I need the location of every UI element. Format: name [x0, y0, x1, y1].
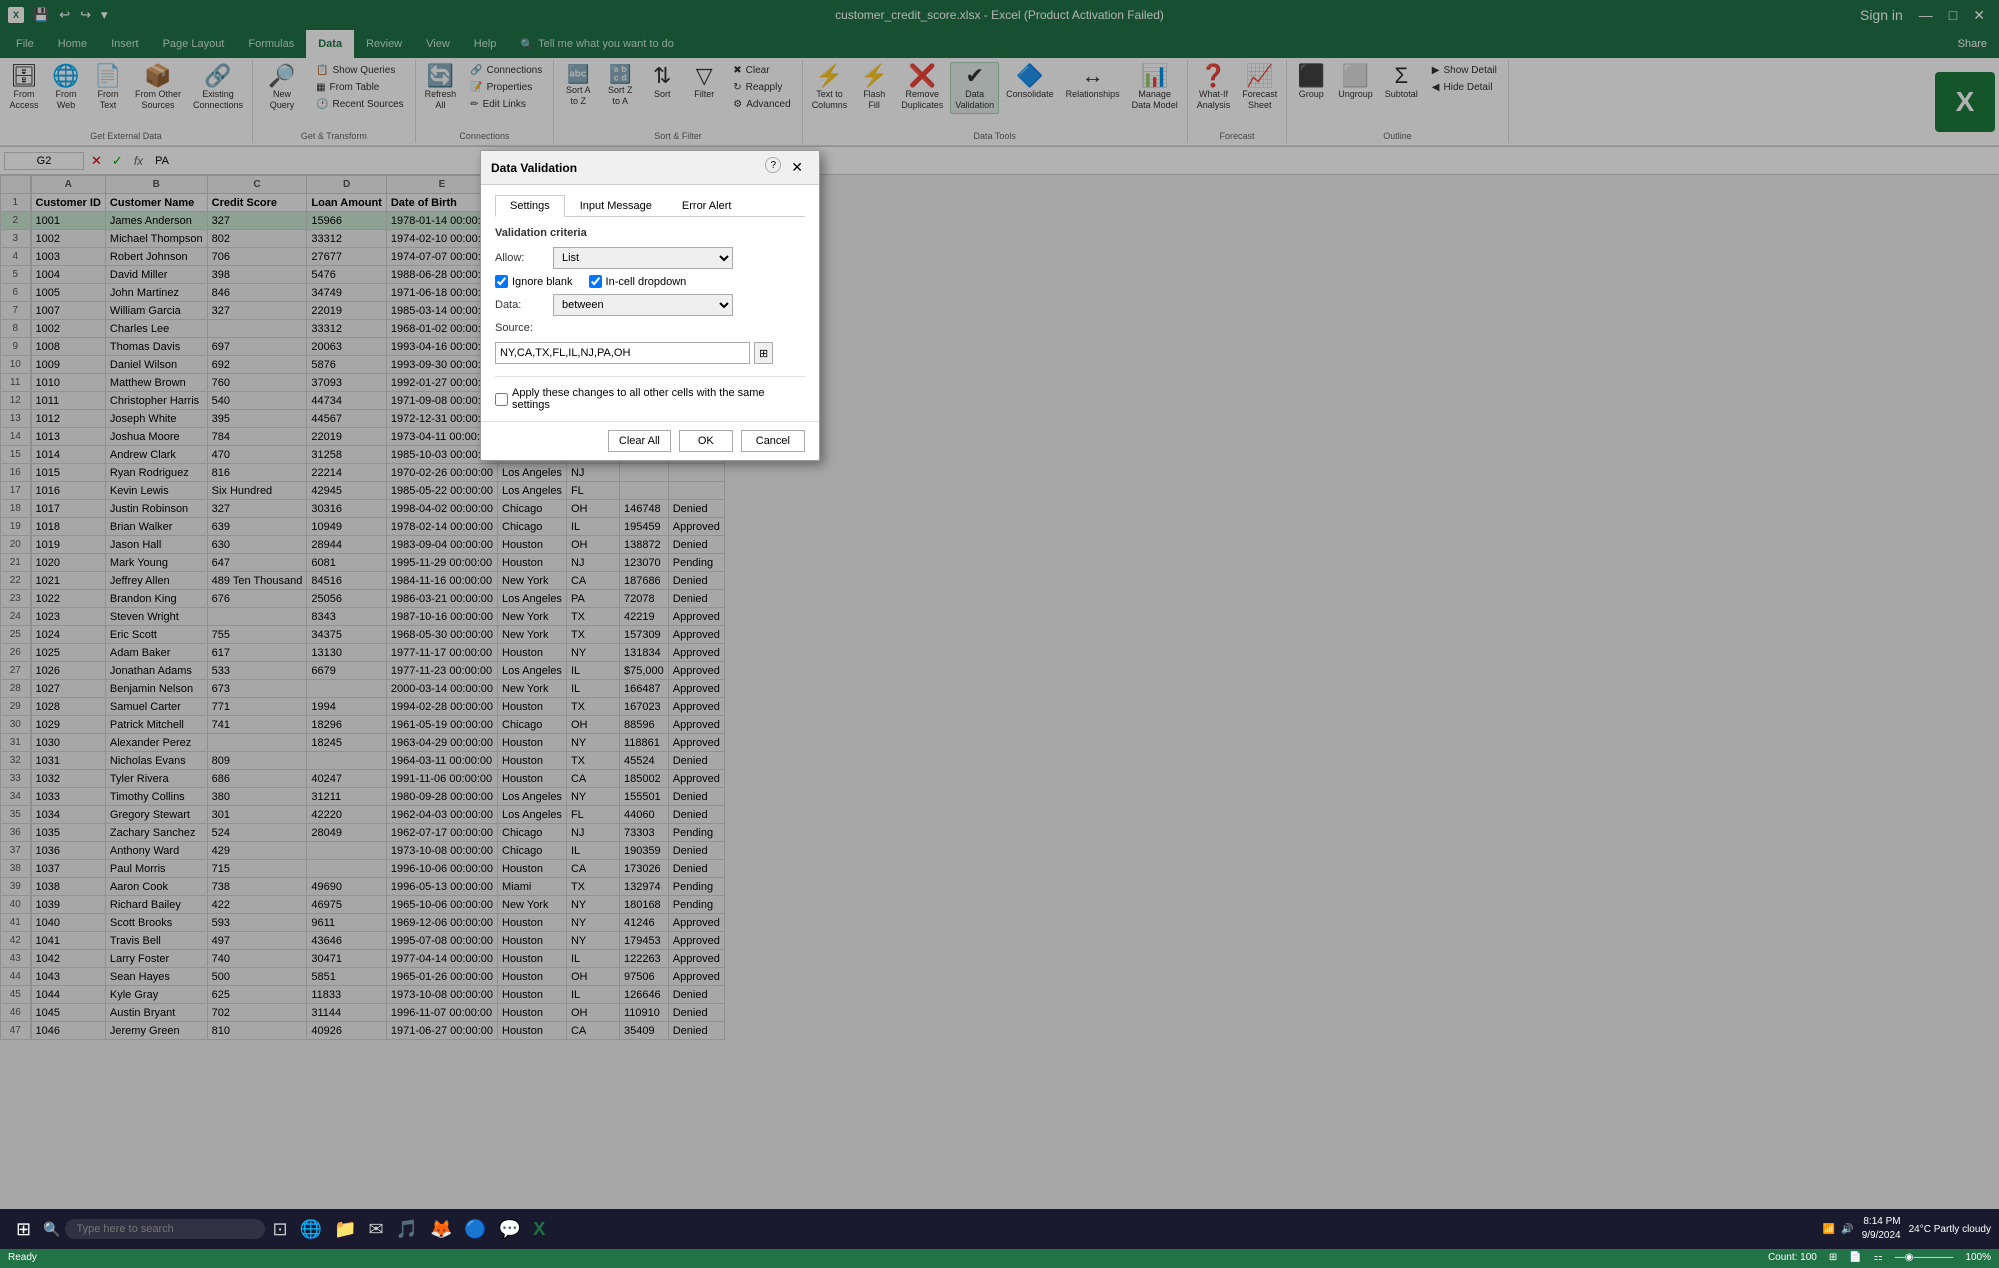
time-display: 8:14 PM: [1862, 1215, 1901, 1229]
ok-button[interactable]: OK: [679, 430, 733, 452]
zoom-level: 100%: [1965, 1252, 1991, 1263]
app-icon-1[interactable]: 🎵: [392, 1215, 422, 1244]
modal-tab-input-message[interactable]: Input Message: [565, 195, 667, 216]
taskbar-right: 📶 🔊 8:14 PM 9/9/2024 24°C Partly cloudy: [1823, 1215, 1991, 1243]
data-select[interactable]: between not between equal to not equal t…: [553, 294, 733, 316]
modal-title-controls: ? ✕: [765, 157, 809, 178]
allow-label: Allow:: [495, 252, 545, 264]
in-cell-dropdown-checkbox[interactable]: [589, 275, 602, 288]
data-row: Data: between not between equal to not e…: [495, 294, 805, 316]
task-view-icon[interactable]: ⊡: [269, 1215, 292, 1244]
page-break-icon[interactable]: ⚏: [1874, 1252, 1883, 1263]
apply-all-checkbox[interactable]: [495, 393, 508, 406]
validation-criteria-label: Validation criteria: [495, 227, 805, 239]
in-cell-dropdown-checkbox-label[interactable]: In-cell dropdown: [589, 275, 687, 288]
system-icons: 📶 🔊: [1823, 1224, 1854, 1235]
modal-overlay: Data Validation ? ✕ Settings Input Messa…: [0, 0, 1999, 1249]
taskbar-search-input[interactable]: [65, 1219, 265, 1239]
clear-all-button[interactable]: Clear All: [608, 430, 671, 452]
source-input[interactable]: [495, 342, 750, 364]
status-bar-right: Count: 100 ⊞ 📄 ⚏ —◉———— 100%: [1768, 1252, 1991, 1263]
cancel-button[interactable]: Cancel: [741, 430, 805, 452]
zoom-slider[interactable]: —◉————: [1895, 1252, 1954, 1263]
app-icon-4[interactable]: 💬: [495, 1215, 525, 1244]
count-display: Count: 100: [1768, 1252, 1817, 1263]
apply-row: Apply these changes to all other cells w…: [495, 376, 805, 411]
date-display: 9/9/2024: [1862, 1229, 1901, 1243]
modal-close-button[interactable]: ✕: [785, 157, 809, 178]
taskbar: ⊞ 🔍 ⊡ 🌐 📁 ✉ 🎵 🦊 🔵 💬 X 📶 🔊 8:14 PM 9/9/20…: [0, 1209, 1999, 1249]
ignore-blank-checkbox-label[interactable]: Ignore blank: [495, 275, 573, 288]
modal-tabs: Settings Input Message Error Alert: [495, 195, 805, 217]
status-bar: Ready Count: 100 ⊞ 📄 ⚏ —◉———— 100%: [0, 1246, 1999, 1268]
modal-titlebar: Data Validation ? ✕: [481, 151, 819, 185]
data-validation-modal: Data Validation ? ✕ Settings Input Messa…: [480, 150, 820, 461]
allow-select[interactable]: List Any value Whole number Decimal Date…: [553, 247, 733, 269]
network-icon[interactable]: 📶: [1823, 1224, 1835, 1235]
start-button[interactable]: ⊞: [8, 1215, 39, 1244]
modal-tab-error-alert[interactable]: Error Alert: [667, 195, 747, 216]
source-box: ⊞: [495, 342, 805, 364]
data-label: Data:: [495, 299, 545, 311]
search-icon-taskbar: 🔍: [43, 1221, 60, 1238]
modal-footer: Clear All OK Cancel: [481, 421, 819, 460]
weather-display: 24°C Partly cloudy: [1909, 1224, 1991, 1235]
taskbar-clock[interactable]: 8:14 PM 9/9/2024: [1862, 1215, 1901, 1243]
page-layout-icon[interactable]: 📄: [1849, 1252, 1861, 1263]
ignore-blank-label: Ignore blank: [512, 276, 573, 288]
source-section: Source: ⊞: [495, 322, 805, 364]
source-select-button[interactable]: ⊞: [754, 342, 773, 364]
modal-tab-settings[interactable]: Settings: [495, 195, 565, 217]
allow-row: Allow: List Any value Whole number Decim…: [495, 247, 805, 269]
checkbox-row: Ignore blank In-cell dropdown: [495, 275, 805, 288]
mail-icon[interactable]: ✉: [364, 1215, 387, 1244]
apply-label: Apply these changes to all other cells w…: [512, 387, 805, 411]
source-label: Source:: [495, 322, 805, 334]
edge-icon[interactable]: 🌐: [296, 1215, 326, 1244]
app-icon-2[interactable]: 🦊: [426, 1215, 456, 1244]
app-icon-3[interactable]: 🔵: [460, 1215, 490, 1244]
excel-taskbar-icon[interactable]: X: [529, 1215, 549, 1244]
ignore-blank-checkbox[interactable]: [495, 275, 508, 288]
files-icon[interactable]: 📁: [330, 1215, 360, 1244]
modal-help-button[interactable]: ?: [765, 157, 781, 173]
modal-title: Data Validation: [491, 161, 577, 175]
modal-body: Settings Input Message Error Alert Valid…: [481, 185, 819, 421]
normal-view-icon[interactable]: ⊞: [1829, 1252, 1837, 1263]
ready-status: Ready: [8, 1252, 37, 1263]
volume-icon[interactable]: 🔊: [1841, 1224, 1853, 1235]
in-cell-dropdown-label: In-cell dropdown: [606, 276, 687, 288]
